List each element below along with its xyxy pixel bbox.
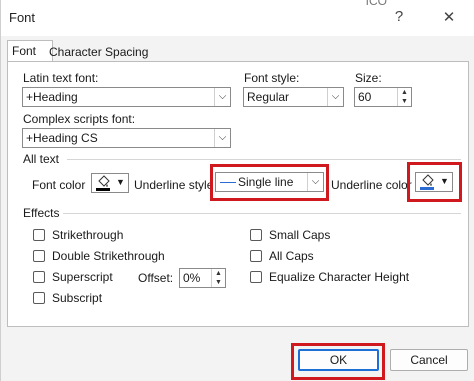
offset-spin-buttons[interactable]: ▲ ▼ [211,269,225,287]
superscript-checkbox[interactable] [33,271,45,283]
underline-style-combo[interactable]: Single line ⌵ [215,172,324,192]
all-caps-label: All Caps [269,249,314,263]
font-color-label: Font color [32,178,86,192]
underline-line-preview [220,182,236,183]
all-text-section-label: All text [23,152,60,166]
title-bar: Font ICO ? ✕ [1,0,474,36]
font-style-combo[interactable]: Regular ⌵ [243,87,344,107]
equalize-height-checkbox[interactable] [250,271,262,283]
offset-label: Offset: [138,271,174,285]
dialog-title: Font [9,10,36,25]
small-caps-label: Small Caps [269,228,331,242]
font-dialog: Font ICO ? ✕ Font Character Spacing Lati… [0,0,474,381]
subscript-checkbox[interactable] [33,292,45,304]
font-style-label: Font style: [244,71,300,85]
underline-color-button[interactable]: ▼ [415,172,453,192]
spin-up-icon[interactable]: ▲ [398,88,411,97]
font-style-value: Regular [247,90,290,104]
background-text-fragment: ICO [365,0,387,8]
complex-font-combo[interactable]: +Heading CS ⌵ [22,128,231,148]
tab-character-spacing-label: Character Spacing [49,45,149,59]
equalize-height-label: Equalize Character Height [269,270,410,284]
complex-font-value: +Heading CS [26,131,98,145]
latin-font-combo[interactable]: +Heading ⌵ [22,87,231,107]
subscript-label: Subscript [52,291,103,305]
chevron-down-icon[interactable]: ⌵ [214,129,230,147]
spin-down-icon[interactable]: ▼ [212,278,225,287]
size-label: Size: [355,71,382,85]
tab-font-label: Font [12,44,37,58]
dropdown-arrow-icon: ▼ [116,177,125,187]
double-strikethrough-label: Double Strikethrough [52,249,165,263]
underline-color-label: Underline color [331,178,412,192]
chevron-down-icon[interactable]: ⌵ [327,88,343,106]
font-color-button[interactable]: ▼ [91,173,129,193]
paint-bucket-icon [420,174,434,190]
all-caps-checkbox[interactable] [250,250,262,262]
size-value: 60 [358,90,372,104]
size-spinner[interactable]: 60 ▲ ▼ [354,87,412,107]
strikethrough-label: Strikethrough [52,228,124,242]
cancel-button[interactable]: Cancel [390,349,468,371]
offset-value: 0% [183,271,201,285]
help-icon[interactable]: ? [389,8,409,25]
small-caps-checkbox[interactable] [250,229,262,241]
superscript-label: Superscript [52,270,113,284]
close-icon[interactable]: ✕ [439,8,459,26]
chevron-down-icon[interactable]: ⌵ [214,88,230,106]
offset-spinner[interactable]: 0% ▲ ▼ [179,268,226,288]
latin-font-value: +Heading [26,90,78,104]
paint-bucket-icon [96,175,110,191]
effects-divider [63,213,461,214]
complex-font-label: Complex scripts font: [23,112,136,126]
tab-character-spacing[interactable]: Character Spacing [45,42,152,62]
double-strikethrough-checkbox[interactable] [33,250,45,262]
dropdown-arrow-icon: ▼ [440,176,449,186]
underline-style-label: Underline style [134,178,214,192]
effects-section-label: Effects [23,206,60,220]
underline-style-value: Single line [238,175,294,189]
all-text-divider [67,159,461,160]
ok-button[interactable]: OK [298,349,379,371]
latin-font-label: Latin text font: [23,71,99,85]
chevron-down-icon[interactable]: ⌵ [307,173,323,191]
strikethrough-checkbox[interactable] [33,229,45,241]
size-spin-buttons[interactable]: ▲ ▼ [397,88,411,106]
spin-down-icon[interactable]: ▼ [398,97,411,106]
spin-up-icon[interactable]: ▲ [212,269,225,278]
